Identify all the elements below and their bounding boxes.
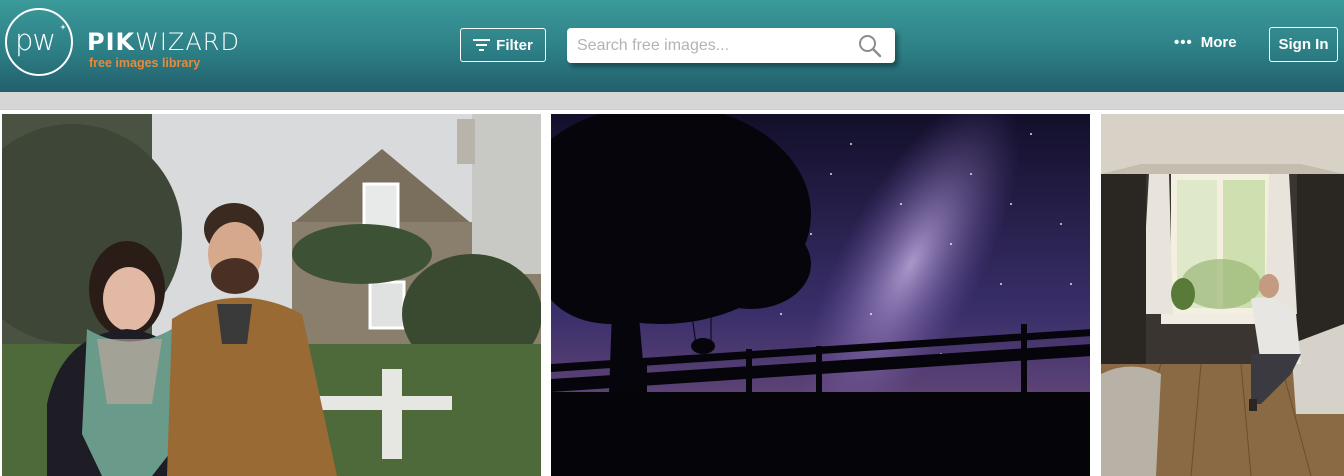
site-header: pw PIKWIZARD free images library Filter … <box>0 0 1344 92</box>
sub-header-bar <box>0 92 1344 110</box>
logo-text: pw <box>15 23 56 57</box>
gallery-photo-couple[interactable] <box>2 114 541 476</box>
filter-label: Filter <box>496 36 533 54</box>
filter-button[interactable]: Filter <box>460 28 546 62</box>
photo-bedroom-image <box>1101 114 1344 476</box>
sign-in-button[interactable]: Sign In <box>1269 27 1338 62</box>
search-icon[interactable] <box>858 34 882 58</box>
sparkle-icon <box>60 24 66 30</box>
photo-milky-way-image <box>551 114 1090 476</box>
dots-icon: ••• <box>1174 34 1193 51</box>
photo-couple-image <box>2 114 541 476</box>
search-input[interactable] <box>577 33 847 58</box>
more-label: More <box>1200 34 1237 51</box>
more-menu[interactable]: ••• More <box>1174 34 1237 51</box>
brand-name[interactable]: PIKWIZARD <box>87 30 240 54</box>
gallery-photo-milky-way[interactable] <box>551 114 1090 476</box>
filter-icon <box>473 39 491 51</box>
search-box[interactable] <box>567 28 895 63</box>
brand-tagline: free images library <box>89 56 201 70</box>
gallery-photo-bedroom[interactable] <box>1101 114 1344 476</box>
